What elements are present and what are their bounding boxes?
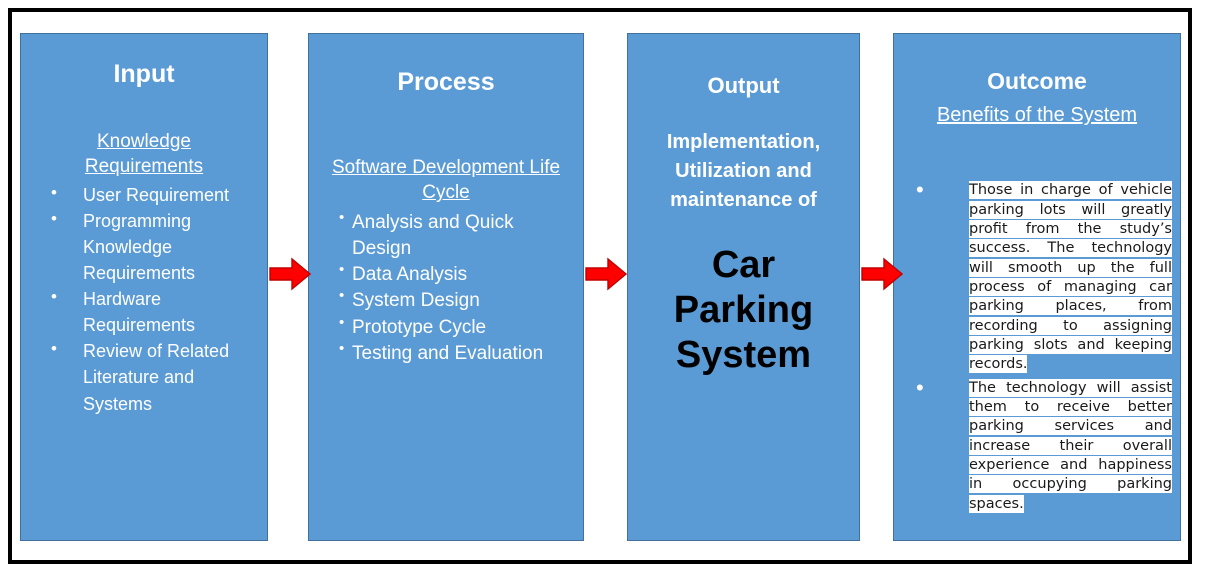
list-item: Hardware Requirements [51,285,259,338]
list-item: System Design [339,286,575,314]
stage-box-input: Input Knowledge Requirements User Requir… [20,33,268,541]
list-item: Programming Knowledge Requirements [51,207,259,286]
stage-box-process: Process Software Development Life Cycle … [308,33,584,541]
arrow-right-icon [861,257,904,291]
list-item: Those in charge of vehicle parking lots … [916,177,1172,374]
stage-subtitle-input: Knowledge Requirements [84,130,204,178]
stage-title-input: Input [113,60,175,88]
list-item: User Requirement [51,181,259,208]
list-item: Testing and Evaluation [339,339,575,367]
stage-box-output: Output Implementation, Utilization and m… [627,33,860,541]
list-item: Prototype Cycle [339,313,575,341]
output-main-text: Car Parking System [673,244,814,376]
list-item: Analysis and Quick Design [339,208,575,262]
arrow-right-icon [269,257,312,291]
list-item: The technology will assist them to recei… [916,375,1172,514]
stage-subtitle-process: Software Development Life Cycle [331,156,561,204]
outcome-bullet-list: Those in charge of vehicle parking lots … [894,177,1180,514]
process-bullet-list: Analysis and Quick Design Data Analysis … [309,208,583,367]
diagram-frame: Input Knowledge Requirements User Requir… [8,8,1192,564]
output-lead-text: Implementation, Utilization and maintena… [666,131,821,212]
stage-title-process: Process [397,68,495,96]
stage-box-outcome: Outcome Benefits of the System Those in … [893,33,1181,541]
outcome-paragraph-2: The technology will assist them to recei… [969,378,1172,513]
stage-subtitle-outcome: Benefits of the System [936,104,1138,127]
list-item: Data Analysis [339,260,575,288]
list-item: Review of Related Literature and Systems [51,337,259,416]
outcome-paragraph-1: Those in charge of vehicle parking lots … [969,181,1172,374]
input-bullet-list: User Requirement Programming Knowledge R… [21,181,267,417]
arrow-right-icon [585,257,628,291]
stage-title-outcome: Outcome [987,68,1087,94]
stage-title-output: Output [707,73,780,98]
